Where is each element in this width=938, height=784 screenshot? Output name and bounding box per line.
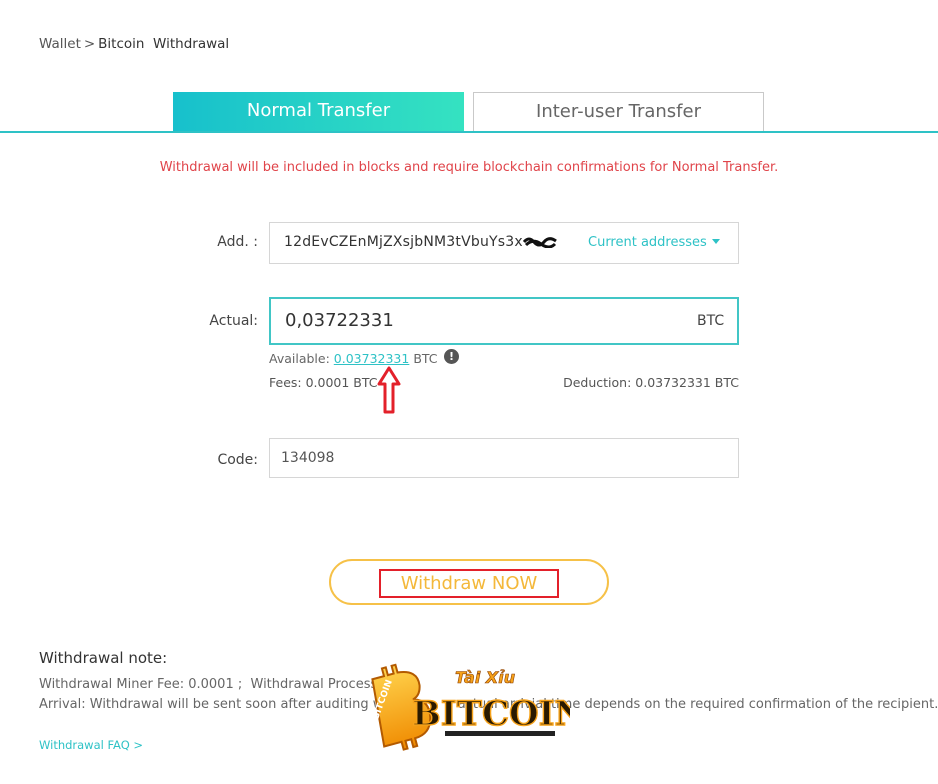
code-input[interactable]: [269, 438, 739, 478]
watermark-top-text: Tài Xỉu: [455, 668, 515, 687]
breadcrumb-current: Bitcoin Withdrawal: [98, 36, 230, 52]
withdrawal-note-title: Withdrawal note:: [39, 649, 168, 667]
info-icon[interactable]: !: [444, 349, 459, 364]
red-arrow-annotation-icon: [377, 366, 401, 414]
breadcrumb: Wallet > Bitcoin Withdrawal: [39, 36, 229, 52]
address-value: 12dEvCZEnMjZXsjbNM3tVbuYs3x: [284, 234, 523, 250]
withdraw-now-label: Withdraw NOW: [379, 569, 559, 598]
breadcrumb-wallet[interactable]: Wallet: [39, 36, 81, 52]
withdrawal-notice: Withdrawal will be included in blocks an…: [159, 160, 779, 175]
withdrawal-note-fee: Withdrawal Miner Fee: 0.0001 ; Withdrawa…: [39, 677, 389, 692]
current-addresses-dropdown[interactable]: Current addresses: [588, 235, 720, 250]
redaction-scribble: [523, 237, 557, 248]
actual-amount-value: 0,03722331: [285, 310, 394, 331]
code-label: Code:: [217, 452, 258, 468]
tab-inter-user-transfer[interactable]: Inter-user Transfer: [473, 92, 764, 132]
bitcoin-watermark-logo: Tài Xỉu BITCOIN BITCOIN: [371, 663, 570, 751]
actual-label: Actual:: [209, 313, 258, 329]
watermark-main-text: BITCOIN: [412, 694, 570, 734]
withdrawal-faq-link[interactable]: Withdrawal FAQ >: [39, 738, 143, 752]
address-label: Add. :: [217, 234, 258, 250]
chevron-down-icon: [711, 239, 720, 244]
current-addresses-label: Current addresses: [588, 235, 707, 250]
available-prefix: Available:: [269, 351, 330, 366]
deduction-text: Deduction: 0.03732331 BTC: [563, 375, 739, 390]
tab-normal-transfer[interactable]: Normal Transfer: [173, 92, 464, 132]
tab-underline: [0, 131, 938, 133]
available-unit: BTC: [413, 351, 438, 366]
actual-amount-unit: BTC: [697, 313, 725, 329]
available-balance: Available: 0.03732331 BTC: [269, 351, 438, 366]
code-value: 134098: [281, 450, 335, 466]
fees-text: Fees: 0.0001 BTC: [269, 375, 378, 390]
available-amount-link[interactable]: 0.03732331: [334, 351, 410, 366]
breadcrumb-separator: >: [83, 36, 96, 52]
